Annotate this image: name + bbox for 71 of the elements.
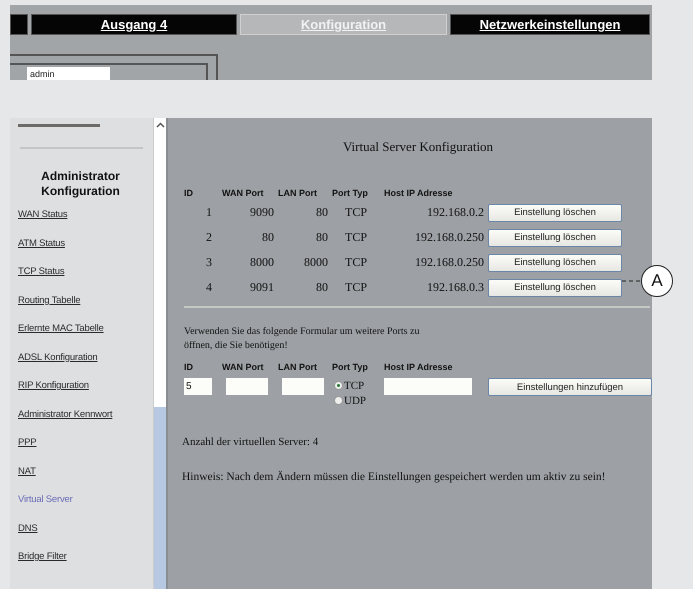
column-header: LAN Port [278,362,318,372]
leader-line [622,279,641,283]
scroll-thumb[interactable] [154,407,166,589]
table-cell-text: 80 [315,205,328,220]
sidebar-link[interactable]: ATM Status [18,238,65,248]
sidebar-link[interactable]: Virtual Server [18,494,73,505]
username-field[interactable]: admin [27,67,110,80]
table-cell-text: TCP [344,255,368,270]
sidebar-link[interactable]: TCP Status [18,266,64,277]
table-cell-text: 4 [205,280,213,295]
radio-label: UDP [344,394,366,406]
callout-label: A [641,265,673,297]
scrollbar[interactable] [153,118,166,589]
radio-label: TCP [344,380,364,392]
table-cell-text: 8000 [249,255,274,270]
sidebar-title: Administrator Konfiguration [40,169,121,199]
delete-button[interactable]: Einstellung löschen [488,228,622,246]
delete-button[interactable]: Einstellung löschen [488,254,622,272]
radio-button[interactable] [334,396,343,405]
delete-button[interactable]: Einstellung löschen [488,204,622,222]
hint-text: Hinweis: Nach dem Ändern müssen die Einstellungen gespeichert werden um aktiv zu sein! [182,471,606,483]
sidebar-link[interactable]: Bridge Filter [18,551,67,562]
table-cell-text: 1 [205,205,213,220]
sidebar-link[interactable]: Routing Tabelle [18,294,80,306]
table-cell-text: 80 [315,230,328,245]
page-title: Virtual Server Konfiguration [342,139,494,155]
form-intro: Verwenden Sie das folgende Formular um weitere Ports zu öffnen, die Sie benötigen! [184,325,420,353]
wan-port-field[interactable] [226,378,268,395]
column-header: ID [184,188,194,198]
table-cell-text: 192.168.0.250 [414,255,484,270]
delete-button[interactable]: Einstellung löschen [488,278,622,296]
sidebar-link[interactable]: ADSL Konfiguration [18,352,98,362]
sidebar-link[interactable]: RIP Konfiguration [18,380,89,391]
table-cell-text: TCP [344,230,368,245]
sidebar-link[interactable]: PPP [18,437,36,448]
server-count: Anzahl der virtuellen Server: 4 [182,436,320,448]
sidebar-link[interactable]: NAT [18,466,36,476]
table-cell-text: 192.168.0.3 [426,280,484,295]
sidebar-link[interactable]: Administrator Kennwort [18,408,112,420]
radio-option[interactable]: TCP [334,378,380,393]
table-cell-text: TCP [344,280,368,295]
host-ip-field[interactable] [384,378,472,395]
lan-port-field[interactable] [282,378,324,395]
column-header: Host IP Adresse [384,362,454,372]
column-header: Host IP Adresse [384,188,454,198]
nav-tab[interactable]: Netzwerkeinstellungen [450,14,650,35]
column-header: WAN Port [222,362,264,372]
sidebar-link[interactable]: DNS [18,522,38,534]
table-cell-text: 192.168.0.2 [426,205,484,220]
column-header: Port Typ [332,362,369,372]
table-cell-text: 80 [261,230,274,245]
sidebar-link[interactable]: Erlernte MAC Tabelle [18,323,104,334]
table-cell-text: 8000 [303,255,328,270]
add-button[interactable]: Einstellungen hinzufügen [488,378,652,396]
table-cell-text: TCP [344,205,368,220]
table-cell-text: 2 [205,230,213,245]
table-cell-text: 192.168.0.250 [414,230,484,245]
table-cell-text: 9090 [249,205,274,220]
column-header: LAN Port [278,188,318,198]
table-cell-text: 3 [205,255,213,270]
id-field[interactable]: 5 [184,378,212,395]
column-header: WAN Port [222,188,264,198]
table-cell-text: 80 [315,280,328,295]
column-header: Port Typ [332,188,369,198]
radio-option[interactable]: UDP [334,393,380,408]
radio-button[interactable] [334,381,343,390]
nav-tab[interactable] [10,14,28,35]
column-header: ID [184,362,194,372]
nav-tab[interactable]: Ausgang 4 [31,14,237,35]
sidebar-link[interactable]: WAN Status [18,209,68,220]
table-cell-text: 9091 [249,280,274,295]
